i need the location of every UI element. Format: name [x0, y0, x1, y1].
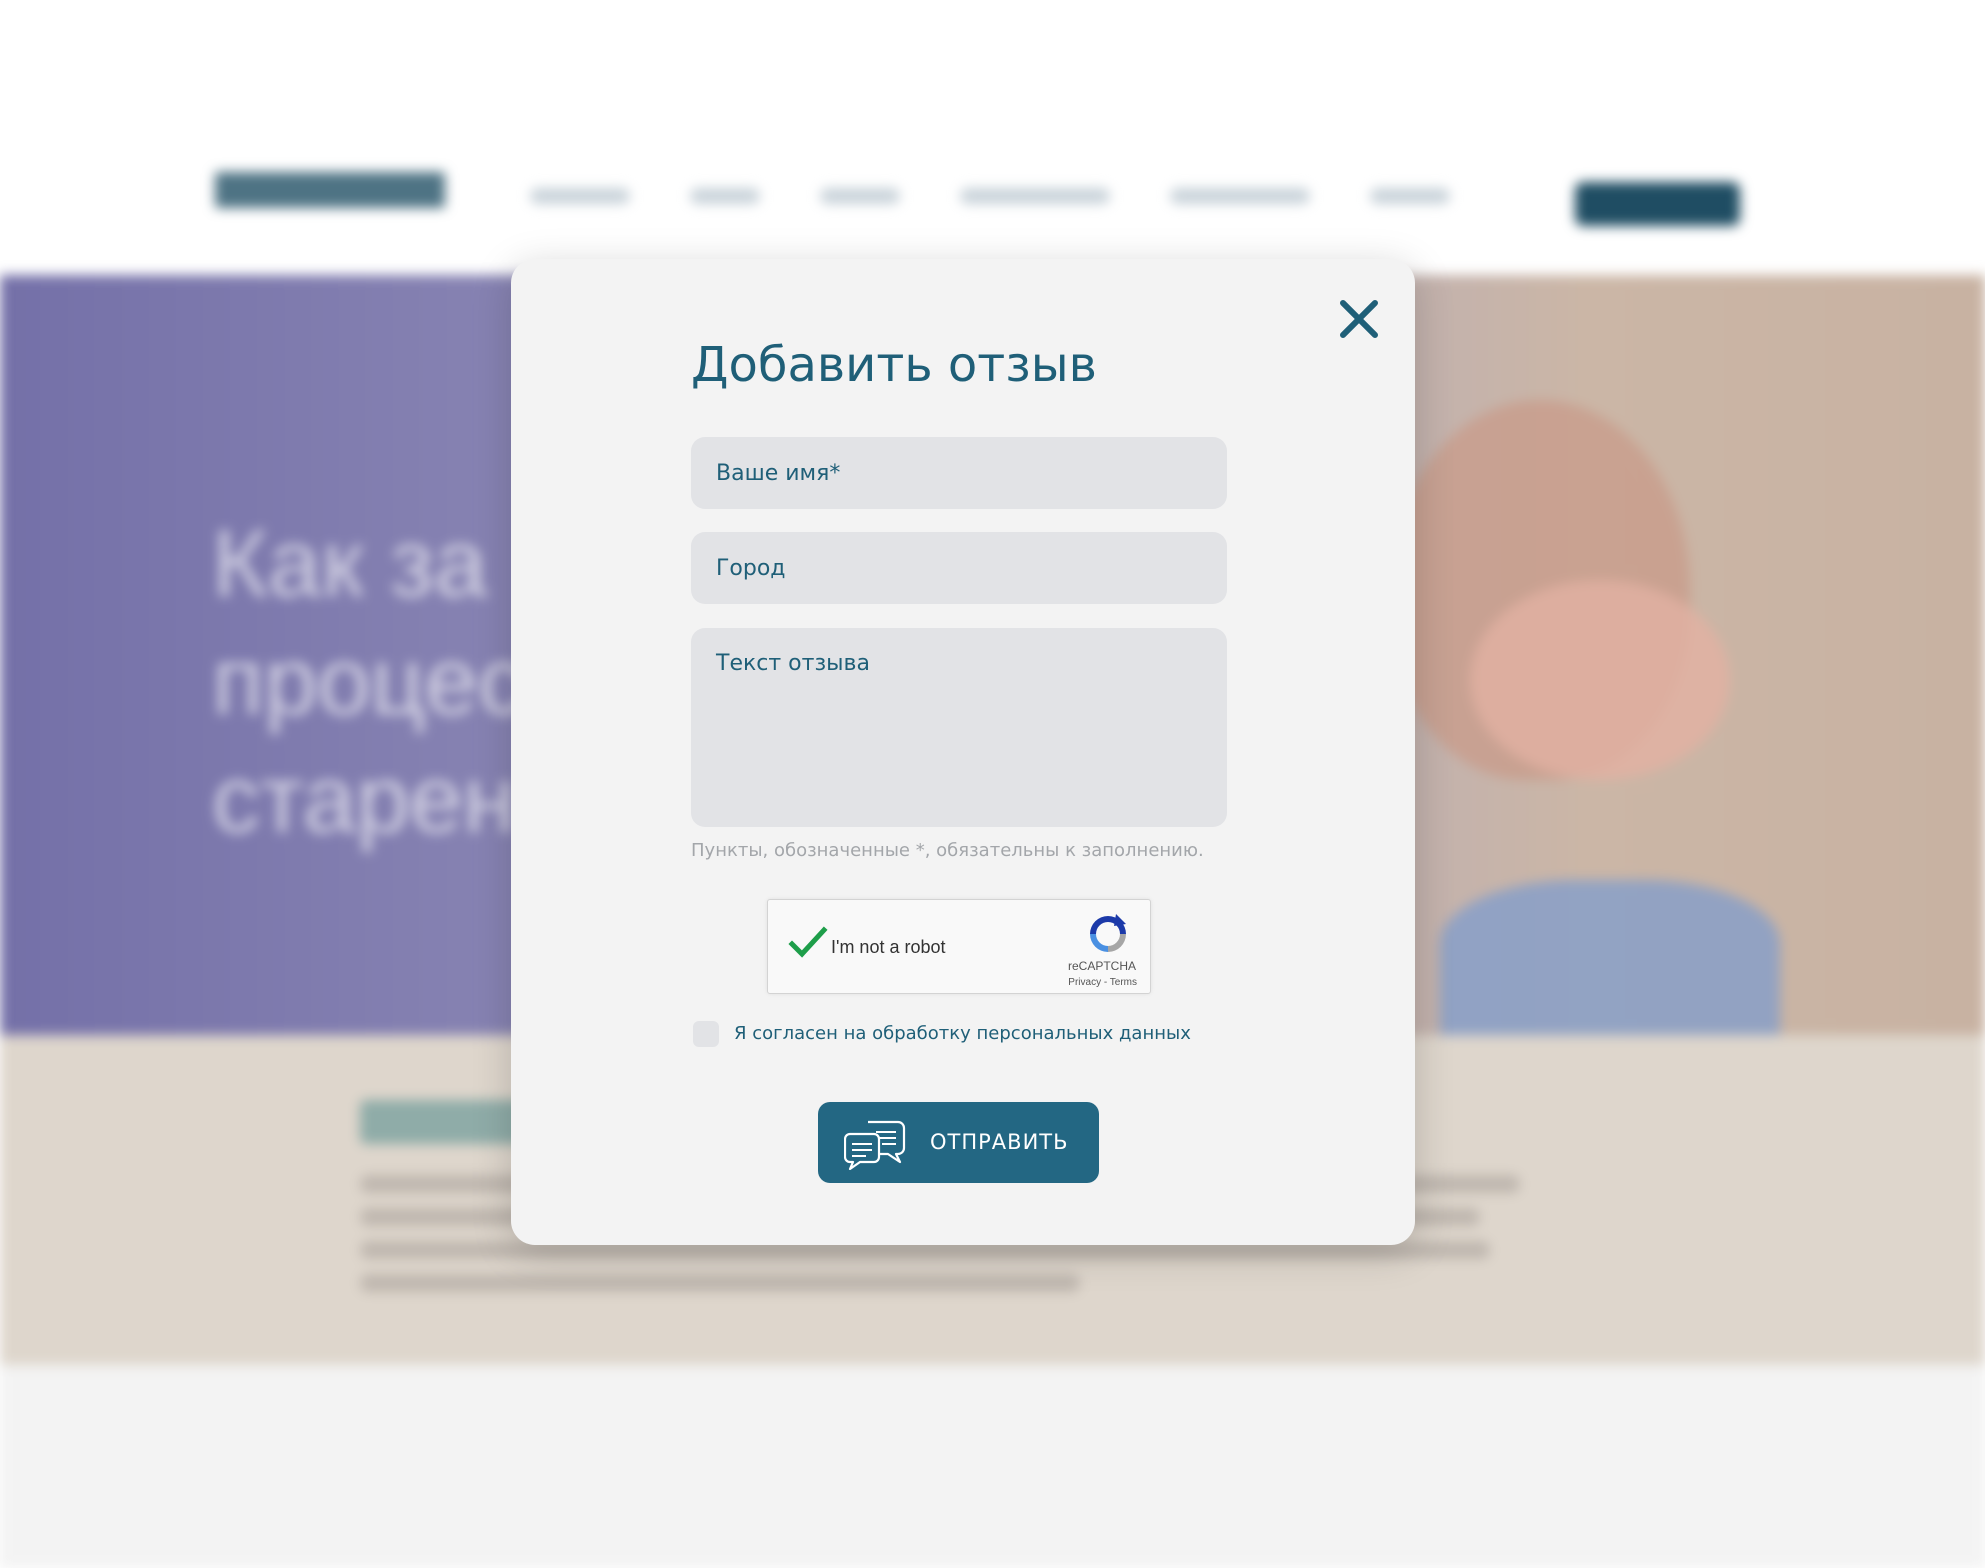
nav-item — [1170, 188, 1310, 204]
required-hint: Пункты, обозначенные *, обязательны к за… — [691, 840, 1204, 861]
modal-title: Добавить отзыв — [691, 337, 1097, 393]
nav-item — [1370, 188, 1450, 204]
review-textarea[interactable] — [691, 628, 1227, 827]
consent-checkbox[interactable] — [693, 1021, 719, 1047]
name-input[interactable] — [691, 437, 1227, 509]
nav-item — [690, 188, 760, 204]
submit-button[interactable]: ОТПРАВИТЬ — [818, 1102, 1099, 1183]
nav-item — [530, 188, 630, 204]
recaptcha-privacy-terms[interactable]: Privacy - Terms — [1068, 977, 1137, 988]
nav-item — [960, 188, 1110, 204]
close-icon — [1340, 300, 1378, 338]
review-modal: Добавить отзыв Пункты, обозначенные *, о… — [511, 259, 1415, 1245]
site-nav — [530, 188, 1450, 204]
recaptcha-label: I'm not a robot — [831, 937, 946, 957]
consent-label[interactable]: Я согласен на обработку персональных дан… — [734, 1021, 1191, 1047]
city-input[interactable] — [691, 532, 1227, 604]
footer-area — [0, 1365, 1985, 1568]
nav-item — [820, 188, 900, 204]
site-logo — [215, 172, 445, 208]
recaptcha-widget: I'm not a robot reCAPTCHA Privacy - Term… — [767, 899, 1151, 994]
submit-label: ОТПРАВИТЬ — [930, 1130, 1069, 1154]
header-cta-button — [1575, 182, 1740, 226]
chat-bubbles-icon — [844, 1120, 906, 1170]
section-text-line — [360, 1274, 1080, 1292]
recaptcha-logo-icon — [1090, 914, 1126, 952]
hero-photo-shirt — [1440, 880, 1780, 1040]
hero-photo-hand — [1470, 580, 1730, 780]
hero-title: Как за процес старен — [212, 510, 527, 853]
recaptcha-checkbox[interactable] — [788, 924, 828, 964]
recaptcha-brand: reCAPTCHA — [1067, 959, 1136, 973]
checkmark-icon — [788, 926, 828, 958]
close-button[interactable] — [1334, 294, 1384, 344]
